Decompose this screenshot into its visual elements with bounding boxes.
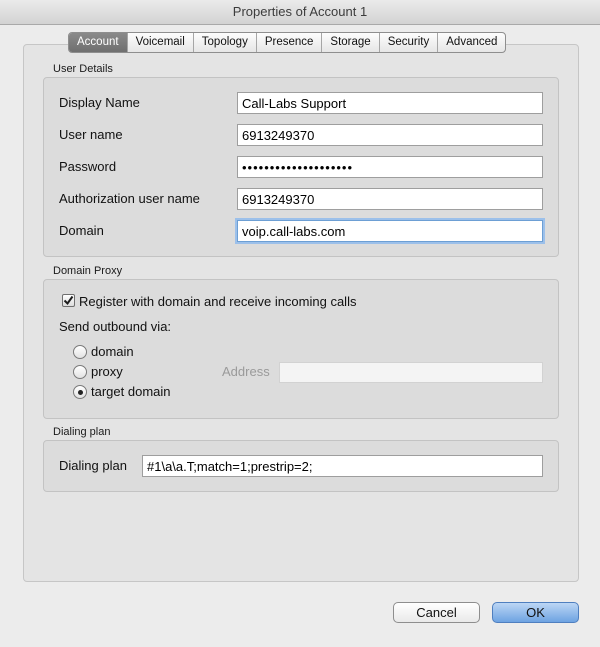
- tab-advanced[interactable]: Advanced: [438, 33, 505, 52]
- auth-user-name-label: Authorization user name: [59, 191, 200, 206]
- password-label: Password: [59, 159, 117, 174]
- tab-topology[interactable]: Topology: [194, 33, 257, 52]
- domain-proxy-title: Domain Proxy: [53, 265, 123, 277]
- radio-selected-dot: [77, 389, 83, 395]
- radio-domain[interactable]: [73, 345, 87, 359]
- domain-field[interactable]: [237, 220, 543, 242]
- dialing-plan-title: Dialing plan: [53, 426, 111, 438]
- radio-domain-label[interactable]: domain: [91, 344, 134, 359]
- radio-proxy-label[interactable]: proxy: [91, 364, 123, 379]
- address-field[interactable]: [279, 362, 543, 383]
- radio-target-domain-label[interactable]: target domain: [91, 384, 171, 399]
- tab-account[interactable]: Account: [69, 33, 128, 52]
- radio-target-domain[interactable]: [73, 385, 87, 399]
- send-outbound-label: Send outbound via:: [59, 319, 172, 334]
- tab-presence[interactable]: Presence: [257, 33, 323, 52]
- auth-user-name-field[interactable]: [237, 188, 543, 210]
- tab-bar: Account Voicemail Topology Presence Stor…: [68, 32, 507, 53]
- tab-voicemail[interactable]: Voicemail: [128, 33, 194, 52]
- user-name-field[interactable]: [237, 124, 543, 146]
- dialing-plan-field[interactable]: [142, 455, 543, 477]
- address-label: Address: [222, 364, 270, 379]
- window-title: Properties of Account 1: [0, 0, 600, 25]
- checkmark-icon: [63, 295, 74, 306]
- display-name-label: Display Name: [59, 95, 140, 110]
- display-name-field[interactable]: [237, 92, 543, 114]
- tab-security[interactable]: Security: [380, 33, 439, 52]
- domain-label: Domain: [59, 223, 104, 238]
- dialing-plan-label: Dialing plan: [59, 458, 127, 473]
- user-details-title: User Details: [53, 63, 113, 75]
- user-name-label: User name: [59, 127, 123, 142]
- radio-proxy[interactable]: [73, 365, 87, 379]
- register-label[interactable]: Register with domain and receive incomin…: [79, 294, 356, 309]
- cancel-button[interactable]: Cancel: [393, 602, 480, 623]
- password-field[interactable]: [237, 156, 543, 178]
- ok-button[interactable]: OK: [492, 602, 579, 623]
- tab-storage[interactable]: Storage: [322, 33, 380, 52]
- register-checkbox[interactable]: [62, 294, 75, 307]
